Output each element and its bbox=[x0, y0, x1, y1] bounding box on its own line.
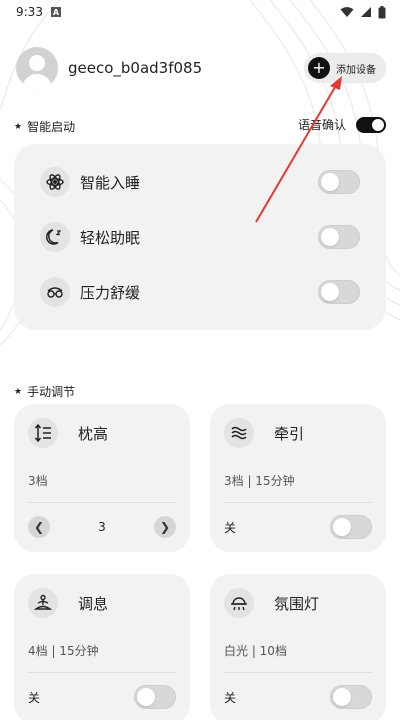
profile-header: geeco_b0ad3f085 + 添加设备 bbox=[16, 46, 386, 90]
add-device-label: 添加设备 bbox=[336, 64, 376, 76]
wifi-icon bbox=[340, 7, 354, 17]
status-time: 9:33 bbox=[16, 5, 43, 19]
username: geeco_b0ad3f085 bbox=[68, 59, 203, 77]
smart-start-title: ★ 智能启动 bbox=[14, 118, 75, 135]
smart-row-sleep: 智能入睡 bbox=[40, 167, 360, 197]
smart-row-relax: 轻松助眠 bbox=[40, 222, 360, 252]
tile-ambient-light-title: 氛围灯 bbox=[274, 594, 320, 613]
atom-icon bbox=[40, 167, 70, 197]
smart-row-stress: 压力舒缓 bbox=[40, 277, 360, 307]
tile-traction-sub: 3档 | 15分钟 bbox=[224, 474, 295, 488]
off-label: 关 bbox=[224, 690, 237, 705]
meditation-icon bbox=[28, 588, 58, 618]
status-bar: 9:33 A bbox=[0, 0, 400, 24]
off-label: 关 bbox=[28, 690, 41, 705]
divider bbox=[224, 502, 372, 503]
smart-row-sleep-label: 智能入睡 bbox=[80, 173, 141, 192]
tile-ambient-light: 氛围灯 白光 | 10档 关 bbox=[210, 574, 386, 720]
tile-ambient-light-control: 关 bbox=[224, 685, 372, 709]
breathing-toggle[interactable] bbox=[134, 685, 176, 709]
stepper-increase-button[interactable]: ❯ bbox=[154, 516, 176, 538]
smart-sleep-toggle[interactable] bbox=[318, 170, 360, 194]
glasses-icon bbox=[40, 277, 70, 307]
battery-icon bbox=[378, 5, 386, 18]
traction-toggle[interactable] bbox=[330, 515, 372, 539]
manual-title-text: 手动调节 bbox=[27, 385, 76, 399]
add-device-button[interactable]: + 添加设备 bbox=[304, 53, 386, 83]
star-icon: ★ bbox=[14, 121, 23, 132]
smart-start-title-text: 智能启动 bbox=[27, 120, 76, 134]
star-icon: ★ bbox=[14, 386, 23, 397]
stress-relief-toggle[interactable] bbox=[318, 280, 360, 304]
divider bbox=[28, 672, 176, 673]
tile-breathing-sub: 4档 | 15分钟 bbox=[28, 644, 99, 658]
signal-icon bbox=[361, 7, 371, 17]
tile-ambient-light-sub: 白光 | 10档 bbox=[224, 644, 287, 658]
smart-row-relax-label: 轻松助眠 bbox=[80, 228, 141, 247]
voice-confirm: 语音确认 bbox=[298, 116, 386, 133]
smart-start-card: 智能入睡 轻松助眠 压力舒缓 bbox=[14, 144, 386, 330]
moon-icon bbox=[40, 222, 70, 252]
manual-title: ★ 手动调节 bbox=[14, 383, 75, 400]
height-adjust-icon bbox=[28, 418, 58, 448]
plus-icon: + bbox=[308, 57, 330, 79]
height-stepper: ❮ 3 ❯ bbox=[28, 516, 176, 538]
tile-breathing-title: 调息 bbox=[78, 594, 109, 613]
waves-icon bbox=[224, 418, 254, 448]
stepper-value: 3 bbox=[98, 520, 106, 534]
easy-sleep-toggle[interactable] bbox=[318, 225, 360, 249]
divider bbox=[224, 672, 372, 673]
smart-row-stress-label: 压力舒缓 bbox=[80, 283, 141, 302]
off-label: 关 bbox=[224, 520, 237, 535]
tile-traction-control: 关 bbox=[224, 515, 372, 539]
tile-pillow-height: 枕高 3档 ❮ 3 ❯ bbox=[14, 404, 190, 552]
tile-traction: 牵引 3档 | 15分钟 关 bbox=[210, 404, 386, 552]
divider bbox=[28, 502, 176, 503]
tile-breathing: 调息 4档 | 15分钟 关 bbox=[14, 574, 190, 720]
avatar[interactable] bbox=[16, 47, 58, 89]
tile-pillow-height-sub: 3档 bbox=[28, 474, 48, 488]
notification-a-icon: A bbox=[50, 7, 61, 17]
tile-breathing-control: 关 bbox=[28, 685, 176, 709]
voice-confirm-label: 语音确认 bbox=[297, 118, 346, 132]
ambient-light-icon bbox=[224, 588, 254, 618]
stepper-decrease-button[interactable]: ❮ bbox=[28, 516, 50, 538]
ambient-light-toggle[interactable] bbox=[330, 685, 372, 709]
tile-traction-title: 牵引 bbox=[274, 424, 305, 443]
tile-pillow-height-title: 枕高 bbox=[78, 424, 109, 443]
voice-confirm-toggle[interactable] bbox=[356, 116, 386, 133]
